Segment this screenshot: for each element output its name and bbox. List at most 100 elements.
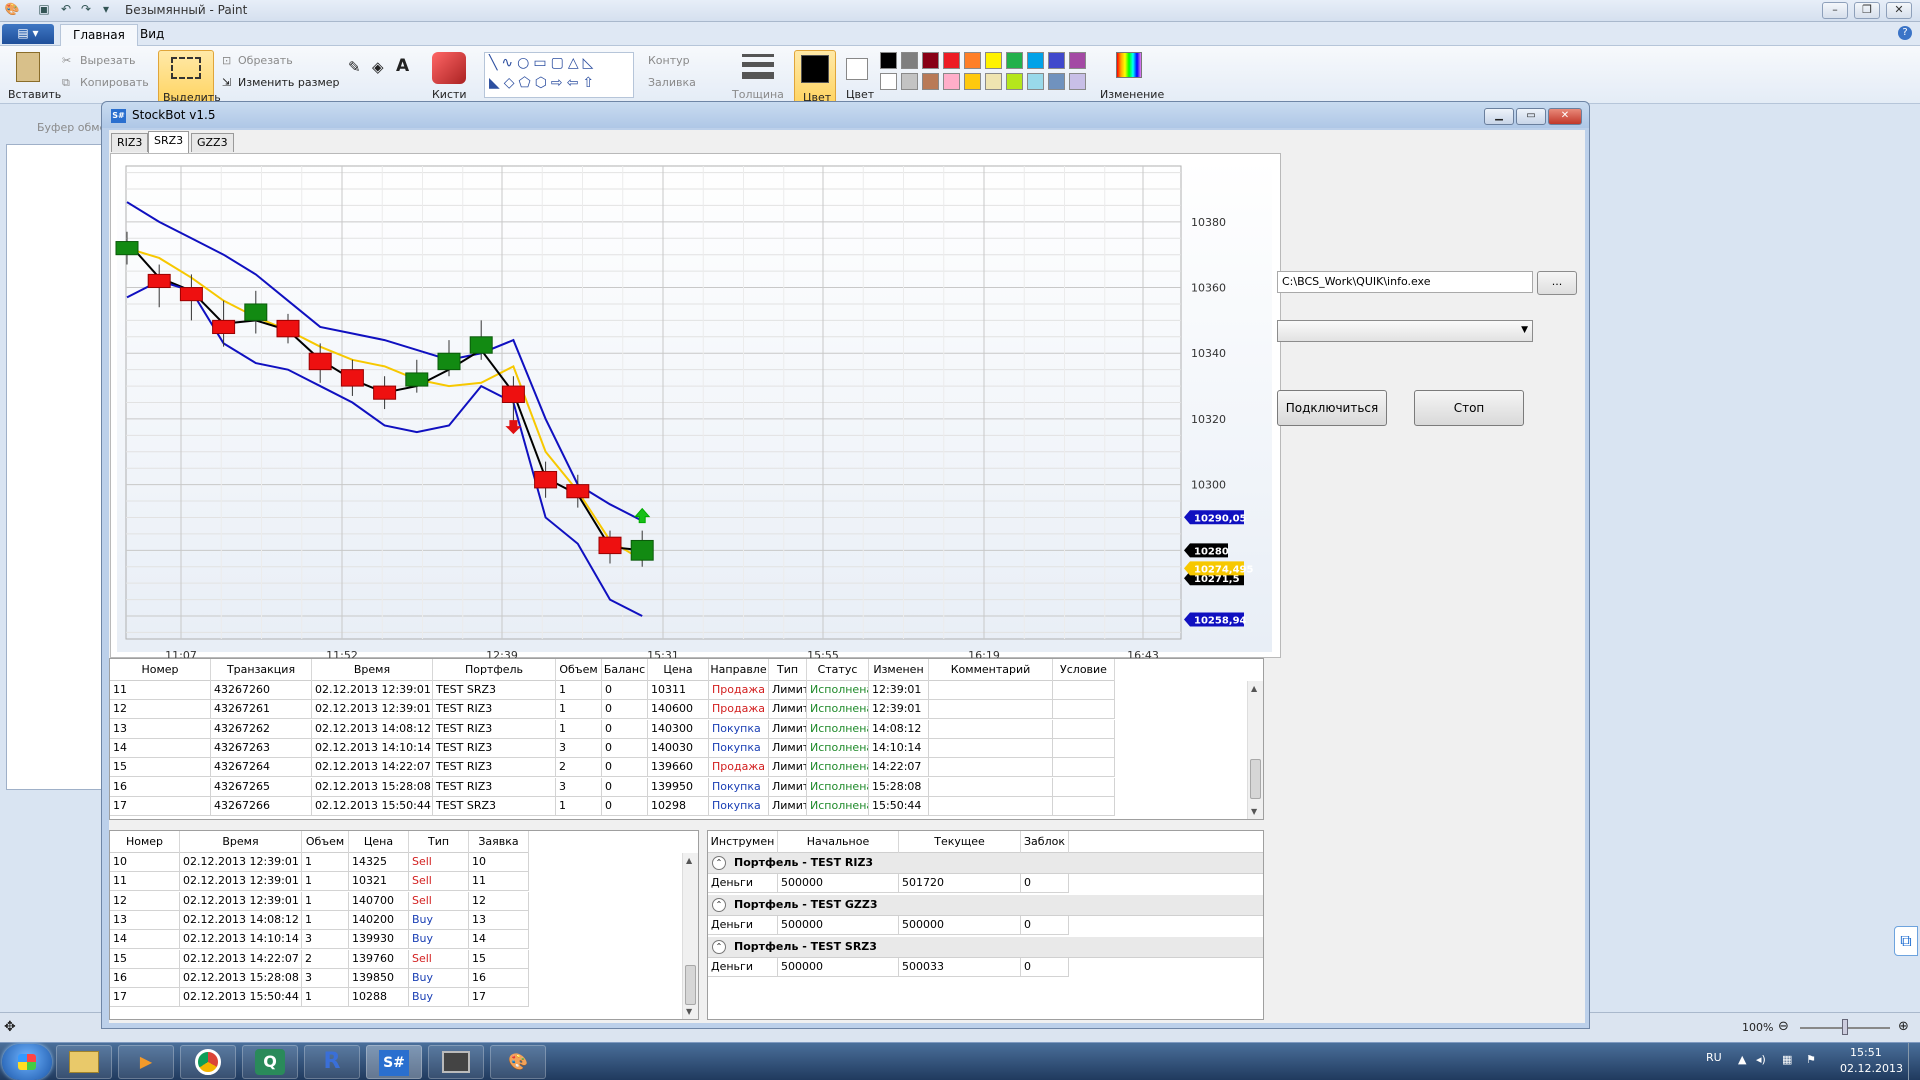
teamviewer-side-icon[interactable]: ⧉ — [1894, 926, 1918, 956]
candle-body[interactable] — [501, 385, 525, 403]
account-select[interactable]: ▼ — [1277, 320, 1533, 342]
resize-button[interactable]: Изменить размер — [238, 76, 340, 89]
palette-swatch[interactable] — [1069, 52, 1086, 69]
trades-row[interactable]: 12 02.12.2013 12:39:01 1 140700 Sell 12 — [110, 891, 529, 911]
stockbot-minimize-button[interactable]: ▁ — [1484, 108, 1514, 125]
candle-body[interactable] — [276, 319, 300, 338]
orders-row[interactable]: 16 43267265 02.12.2013 15:28:08 TEST RIZ3 3 0… — [110, 777, 1115, 797]
portfolio-row[interactable]: Деньги 500000 500033 0 — [708, 958, 1069, 977]
palette-swatch[interactable] — [880, 73, 897, 90]
orders-column-header[interactable]: Номер — [110, 659, 211, 681]
scroll-thumb[interactable] — [685, 965, 696, 1005]
palette-swatch[interactable] — [943, 73, 960, 90]
orders-column-header[interactable]: Объем — [556, 659, 602, 681]
trades-scrollbar[interactable]: ▲ ▼ — [682, 853, 698, 1019]
zoom-slider-thumb[interactable] — [1842, 1019, 1848, 1035]
trades-row[interactable]: 13 02.12.2013 14:08:12 1 140200 Buy 13 — [110, 910, 529, 930]
shapes-gallery[interactable]: ╲∿○▭▢△◺ ◣◇⬠⬡⇨⇦⇧ — [484, 52, 634, 98]
candle-body[interactable] — [340, 369, 364, 387]
select-button[interactable]: Выделить — [158, 50, 221, 106]
trades-row[interactable]: 10 02.12.2013 12:39:01 1 14325 Sell 10 — [110, 853, 529, 872]
undo-icon[interactable]: ↶ — [58, 2, 74, 18]
taskbar-chrome[interactable] — [180, 1045, 236, 1079]
orders-scrollbar[interactable]: ▲ ▼ — [1247, 681, 1263, 819]
clock-date[interactable]: 02.12.2013 — [1840, 1062, 1903, 1075]
orders-row[interactable]: 17 43267266 02.12.2013 15:50:44 TEST SRZ3 1 0… — [110, 796, 1115, 816]
network-icon[interactable]: ▦ — [1782, 1053, 1792, 1066]
candle-body[interactable] — [630, 539, 654, 561]
candle-body[interactable] — [437, 352, 461, 371]
orders-column-header[interactable]: Транзакция — [211, 659, 312, 681]
taskbar-stockbot[interactable]: S# — [366, 1045, 422, 1079]
portfolio-column-header[interactable]: Текущее — [899, 831, 1021, 853]
paint-close-button[interactable]: ✕ — [1886, 2, 1912, 19]
fill-bucket-icon[interactable]: ◈ — [372, 58, 384, 76]
pencil-icon[interactable]: ✎ — [348, 58, 361, 76]
collapse-icon[interactable]: ⌃ — [712, 856, 726, 870]
quik-path-input[interactable]: C:\BCS_Work\QUIK\info.exe — [1277, 271, 1533, 293]
orders-column-header[interactable]: Условие — [1053, 659, 1115, 681]
palette-swatch[interactable] — [1048, 73, 1065, 90]
palette-swatch[interactable] — [1027, 52, 1044, 69]
edit-colors-icon[interactable] — [1116, 52, 1142, 78]
candle-body[interactable] — [212, 319, 236, 335]
redo-icon[interactable]: ↷ — [78, 2, 94, 18]
taskbar-media-player[interactable]: ▶ — [118, 1045, 174, 1079]
palette-swatch[interactable] — [1069, 73, 1086, 90]
portfolio-group-header[interactable]: ⌃ Портфель - TEST GZZ3 — [708, 895, 1263, 916]
taskbar-r[interactable]: R — [304, 1045, 360, 1079]
trades-row[interactable]: 16 02.12.2013 15:28:08 3 139850 Buy 16 — [110, 968, 529, 988]
palette-swatch[interactable] — [922, 52, 939, 69]
orders-column-header[interactable]: Тип — [769, 659, 807, 681]
palette-swatch[interactable] — [1027, 73, 1044, 90]
palette-swatch[interactable] — [922, 73, 939, 90]
portfolio-column-header[interactable]: Заблок — [1021, 831, 1069, 853]
stockbot-close-button[interactable]: ✕ — [1548, 108, 1582, 125]
zoom-out-icon[interactable]: ⊖ — [1778, 1019, 1789, 1034]
collapse-icon[interactable]: ⌃ — [712, 940, 726, 954]
orders-column-header[interactable]: Статус — [807, 659, 869, 681]
portfolio-column-header[interactable]: Начальное — [778, 831, 899, 853]
portfolio-row[interactable]: Деньги 500000 500000 0 — [708, 916, 1069, 935]
trades-column-header[interactable]: Время — [180, 831, 302, 853]
trades-row[interactable]: 17 02.12.2013 15:50:44 1 10288 Buy 17 — [110, 988, 529, 1008]
palette-swatch[interactable] — [901, 73, 918, 90]
orders-column-header[interactable]: Изменен — [869, 659, 929, 681]
connect-button[interactable]: Подключиться — [1277, 390, 1387, 426]
brushes-button[interactable]: Кисти — [432, 88, 467, 101]
stockbot-maximize-button[interactable]: ▭ — [1516, 108, 1546, 125]
cut-button[interactable]: Вырезать — [80, 54, 135, 67]
orders-column-header[interactable]: Время — [312, 659, 433, 681]
orders-column-header[interactable]: Комментарий — [929, 659, 1053, 681]
language-indicator[interactable]: RU — [1706, 1051, 1722, 1064]
candle-body[interactable] — [308, 352, 332, 371]
edit-colors-button[interactable]: Изменение — [1100, 88, 1164, 101]
paste-button[interactable]: Вставить — [8, 88, 61, 101]
scroll-down-icon[interactable]: ▼ — [686, 1007, 692, 1016]
palette-swatch[interactable] — [964, 73, 981, 90]
portfolio-group-header[interactable]: ⌃ Портфель - TEST RIZ3 — [708, 853, 1263, 874]
scroll-thumb[interactable] — [1250, 759, 1261, 799]
volume-icon[interactable]: ◂) — [1756, 1053, 1766, 1066]
orders-row[interactable]: 14 43267263 02.12.2013 14:10:14 TEST RIZ3 3 0… — [110, 738, 1115, 758]
thickness-icon[interactable] — [742, 54, 774, 57]
trades-column-header[interactable]: Номер — [110, 831, 180, 853]
help-icon[interactable]: ? — [1898, 26, 1912, 40]
clock-time[interactable]: 15:51 — [1850, 1046, 1882, 1059]
orders-row[interactable]: 13 43267262 02.12.2013 14:08:12 TEST RIZ3 1 0… — [110, 719, 1115, 739]
taskbar-terminal[interactable] — [428, 1045, 484, 1079]
palette-swatch[interactable] — [1006, 73, 1023, 90]
tab-home[interactable]: Главная — [60, 24, 138, 46]
save-icon[interactable]: ▣ — [36, 2, 52, 18]
orders-row[interactable]: 15 43267264 02.12.2013 14:22:07 TEST RIZ3 2 0… — [110, 758, 1115, 778]
portfolio-row[interactable]: Деньги 500000 501720 0 — [708, 874, 1069, 893]
show-desktop-button[interactable] — [1908, 1043, 1920, 1080]
portfolio-group-header[interactable]: ⌃ Портфель - TEST SRZ3 — [708, 937, 1263, 958]
orders-column-header[interactable]: Цена — [648, 659, 709, 681]
browse-button[interactable]: ... — [1537, 271, 1577, 295]
tab-riz3[interactable]: RIZ3 — [111, 133, 149, 152]
scroll-down-icon[interactable]: ▼ — [1251, 807, 1257, 816]
candle-body[interactable] — [469, 336, 493, 354]
candle-body[interactable] — [566, 484, 590, 499]
palette-swatch[interactable] — [901, 52, 918, 69]
